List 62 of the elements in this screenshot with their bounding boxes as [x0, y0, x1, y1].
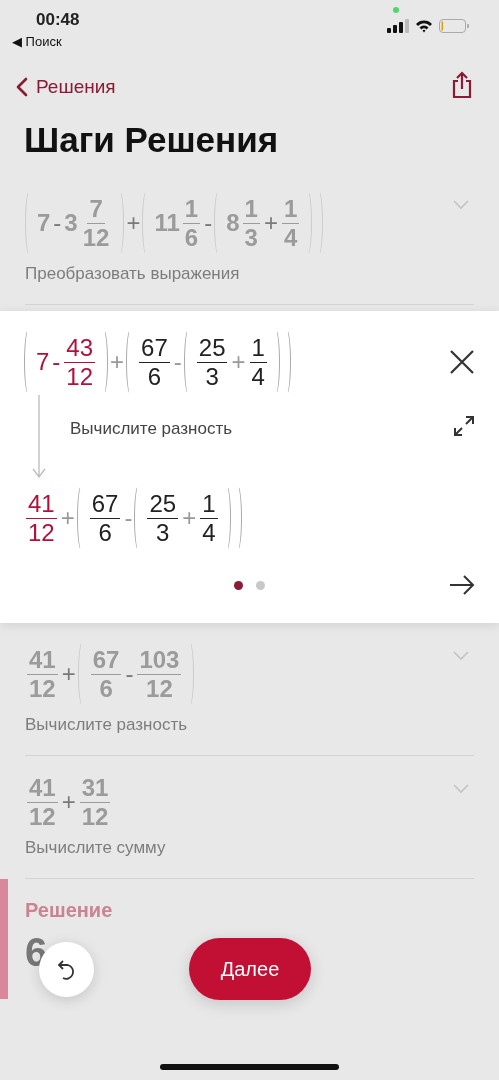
step-description: Преобразовать выражения [25, 264, 241, 284]
math-operator: + [262, 209, 279, 237]
math-operator: + [60, 788, 77, 817]
math-operator: - [203, 209, 214, 237]
math-operator: - [124, 660, 135, 688]
fraction: 31 12 [78, 774, 112, 831]
back-to-app-link[interactable]: ◀ Поиск [12, 34, 80, 49]
fraction: 1 6 [181, 194, 202, 252]
fraction: 41 12 [26, 645, 59, 703]
next-step-button[interactable] [449, 575, 475, 595]
fraction: 1 4 [248, 333, 268, 391]
math-number: 3 [63, 209, 79, 237]
math-operator: + [109, 348, 126, 376]
fraction: 43 12 [63, 333, 97, 391]
next-button[interactable]: Далее [189, 938, 311, 1000]
down-arrow-icon [32, 395, 46, 479]
math-number: 7 [36, 209, 52, 237]
fraction: 1 4 [199, 489, 219, 547]
fraction: 25 3 [146, 489, 180, 547]
indicator-dot-icon [393, 7, 399, 13]
math-operator: + [181, 504, 198, 532]
fraction: 67 6 [138, 333, 171, 391]
math-operator: - [52, 209, 63, 237]
fraction: 67 6 [89, 645, 123, 703]
math-number: 7 [35, 348, 51, 376]
math-operator: + [60, 660, 77, 688]
fraction: 41 12 [26, 774, 59, 831]
fraction: 103 12 [136, 645, 183, 703]
fraction: 1 3 [241, 194, 261, 252]
status-time: 00:48 [36, 10, 80, 30]
battery-icon [439, 19, 469, 33]
undo-icon [56, 958, 77, 981]
fraction: 25 3 [195, 333, 229, 391]
math-number: 11 [153, 209, 181, 237]
page-dot[interactable] [256, 580, 265, 590]
wifi-icon [415, 19, 433, 33]
math-operator: - [123, 504, 134, 532]
page-title: Шаги Решения [24, 120, 280, 161]
solution-heading: Решение [25, 899, 114, 923]
step-description: Вычислите разность [70, 419, 234, 439]
back-button[interactable]: Решения [16, 76, 116, 98]
fraction: 67 6 [88, 489, 122, 547]
step-description: Вычислите сумму [25, 838, 167, 859]
share-icon [451, 71, 473, 99]
step-description: Вычислите разность [25, 715, 189, 735]
math-operator: - [172, 348, 183, 376]
math-number: 8 [225, 209, 241, 237]
math-operator: + [59, 504, 76, 532]
fraction: 7 12 [81, 194, 111, 252]
chevron-left-icon [16, 77, 28, 97]
page-dot[interactable] [234, 580, 243, 590]
fraction: 1 4 [280, 194, 301, 252]
signal-icon [387, 19, 409, 33]
expand-button[interactable] [453, 415, 475, 437]
math-operator: + [125, 209, 142, 237]
math-operator: - [51, 348, 62, 376]
math-operator: + [230, 348, 247, 376]
fraction: 41 12 [25, 489, 58, 547]
expand-icon [453, 415, 475, 437]
close-icon [449, 349, 475, 375]
right-arrow-icon [449, 575, 475, 595]
close-button[interactable] [449, 349, 475, 375]
